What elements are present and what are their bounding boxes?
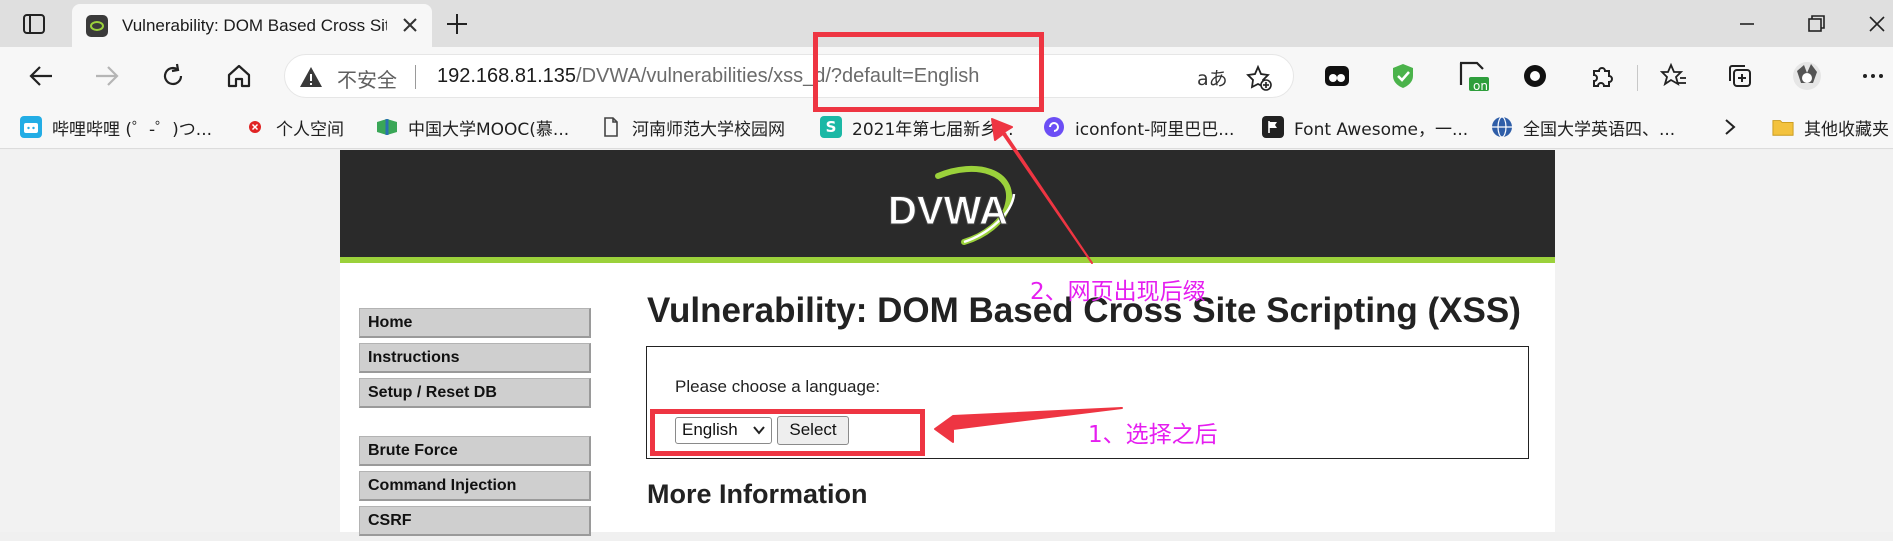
extension-tampermonkey[interactable]	[1320, 59, 1354, 93]
more-dots-icon	[1863, 74, 1883, 78]
bookmark-label: 全国大学英语四、...	[1523, 119, 1676, 140]
bookmark-item[interactable]: S 2021年第七届新乡...	[820, 114, 1013, 140]
menu-item-brute-force[interactable]: Brute Force	[359, 436, 591, 466]
menu-item-instructions[interactable]: Instructions	[359, 343, 591, 373]
home-button[interactable]	[222, 59, 256, 93]
close-tab-icon[interactable]	[400, 15, 420, 35]
tab-actions-icon	[23, 14, 45, 34]
page-icon	[600, 116, 622, 138]
bookmark-item[interactable]: 河南师范大学校园网	[600, 114, 785, 140]
iconfont-icon	[1043, 116, 1065, 138]
not-secure-label[interactable]: 不安全	[337, 64, 397, 93]
extension-on[interactable]: on	[1455, 59, 1489, 93]
bilibili-icon	[20, 116, 42, 138]
bookmark-item[interactable]: Font Awesome，一...	[1262, 114, 1468, 140]
extension-adguard[interactable]	[1386, 59, 1420, 93]
s-icon: S	[820, 116, 842, 138]
chevron-right-icon	[1725, 119, 1736, 135]
dvwa-logo[interactable]: DVWA	[876, 164, 1026, 254]
flag-icon	[1262, 116, 1284, 138]
url-host: 192.168.81.135	[437, 65, 577, 87]
more-menu-button[interactable]	[1856, 59, 1890, 93]
dvwa-favicon-icon	[86, 14, 108, 37]
add-favorite-icon[interactable]	[1245, 64, 1273, 92]
other-bookmarks-folder[interactable]: 其他收藏夹	[1772, 114, 1889, 140]
menu-item-command-injection[interactable]: Command Injection	[359, 471, 591, 501]
menu-item-home[interactable]: Home	[359, 308, 591, 338]
more-information-heading: More Information	[647, 479, 868, 509]
bookmark-label: 个人空间	[276, 119, 344, 140]
other-bookmarks-label: 其他收藏夹	[1804, 119, 1889, 140]
extension-circle[interactable]	[1518, 59, 1552, 93]
annotation-step1-text: 1、选择之后	[1088, 422, 1218, 448]
back-arrow-icon	[29, 66, 52, 86]
new-tab-icon[interactable]	[444, 11, 470, 37]
address-bar[interactable]: 不安全 192.168.81.135/DVWA/vulnerabilities/…	[284, 54, 1294, 98]
bookmark-item[interactable]: 哔哩哔哩 (゜-゜)つ...	[20, 114, 212, 140]
close-window-icon[interactable]	[1865, 12, 1889, 36]
favorites-star-list-icon	[1660, 62, 1686, 87]
forward-button[interactable]	[90, 59, 124, 93]
folder-icon	[1772, 116, 1794, 138]
dvwa-logo-text: DVWA	[888, 189, 1008, 233]
language-prompt: Please choose a language:	[675, 377, 881, 396]
globe-icon	[1491, 116, 1513, 138]
side-menu: Home Instructions Setup / Reset DB Brute…	[359, 308, 591, 541]
menu-gap	[359, 413, 591, 436]
bookmark-item[interactable]: iconfont-阿里巴巴...	[1043, 114, 1234, 140]
forward-arrow-icon	[96, 66, 119, 86]
home-icon	[227, 64, 251, 88]
annotation-box-select	[650, 409, 925, 456]
collections-icon	[1729, 65, 1751, 87]
bookmark-label: 河南师范大学校园网	[632, 119, 785, 140]
menu-item-setup-reset-db[interactable]: Setup / Reset DB	[359, 378, 591, 408]
favorites-button[interactable]	[1657, 59, 1691, 93]
dvwa-container: DVWA Home Instructions Setup / Reset DB …	[340, 150, 1555, 536]
minimize-window-icon[interactable]	[1735, 12, 1759, 36]
collections-button[interactable]	[1723, 59, 1757, 93]
restore-window-icon[interactable]	[1804, 12, 1828, 36]
extension-on-badge: on	[1473, 79, 1488, 93]
bookmark-label: iconfont-阿里巴巴...	[1075, 119, 1235, 140]
bookmark-label: 2021年第七届新乡...	[852, 119, 1014, 140]
tampermonkey-icon	[1325, 66, 1349, 86]
bookmarks-overflow-button[interactable]	[1722, 114, 1738, 140]
reload-icon	[163, 63, 183, 86]
dvwa-header: DVWA	[340, 150, 1555, 263]
mooc-icon	[376, 116, 398, 138]
shield-check-icon	[1393, 64, 1413, 88]
bookmark-item[interactable]: 个人空间	[244, 114, 344, 140]
address-separator	[415, 65, 416, 89]
read-aloud-button[interactable]: aあ	[1197, 64, 1228, 91]
avatar-icon	[1793, 62, 1821, 90]
puzzle-icon	[1593, 67, 1613, 87]
tab-title: Vulnerability: DOM Based Cross Site Scri…	[122, 15, 387, 35]
record-circle-icon	[1524, 65, 1546, 87]
profile-button[interactable]	[1790, 59, 1824, 93]
bookmark-item[interactable]: 中国大学MOOC(慕...	[376, 114, 569, 140]
bookmark-label: 哔哩哔哩 (゜-゜)つ...	[52, 119, 213, 140]
bookmark-label: Font Awesome，一...	[1294, 119, 1469, 140]
annotation-step2-text: 2、网页出现后缀	[1030, 279, 1206, 305]
reload-button[interactable]	[156, 59, 190, 93]
annotation-box-url	[813, 32, 1044, 112]
active-tab[interactable]: Vulnerability: DOM Based Cross Site Scri…	[72, 4, 432, 47]
bookmark-item[interactable]: 全国大学英语四、...	[1491, 114, 1675, 140]
back-button[interactable]	[24, 59, 58, 93]
red-dot-icon	[244, 116, 266, 138]
extensions-button[interactable]	[1585, 59, 1619, 93]
tab-actions-button[interactable]	[14, 10, 54, 38]
warning-icon[interactable]	[299, 66, 323, 88]
toolbar-divider	[1637, 65, 1638, 91]
page-viewport: DVWA Home Instructions Setup / Reset DB …	[0, 150, 1893, 536]
bookmark-label: 中国大学MOOC(慕...	[408, 119, 570, 140]
